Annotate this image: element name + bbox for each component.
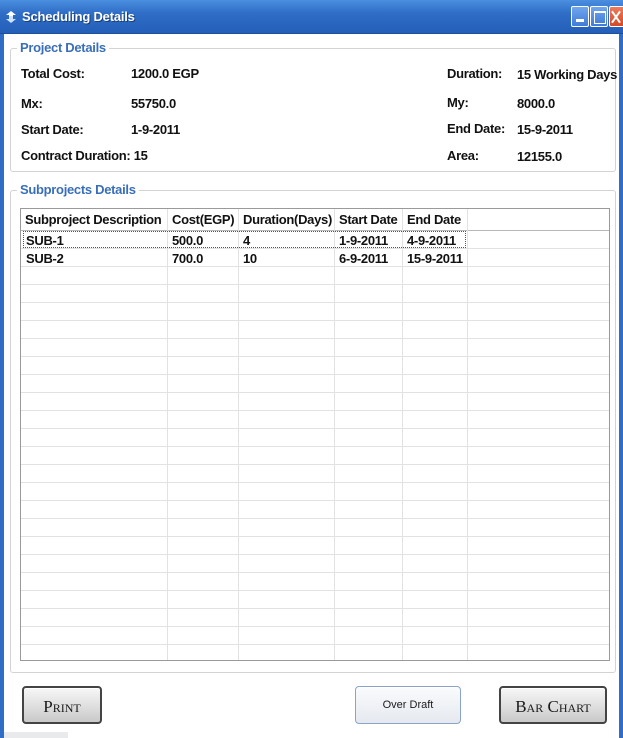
window-title: Scheduling Details (22, 9, 135, 24)
window-frame-right (619, 34, 623, 738)
cell-duration: 10 (243, 251, 257, 266)
cell-description: SUB-1 (26, 233, 64, 248)
total-cost-value: 1200.0 EGP (131, 66, 199, 81)
my-label: My: (447, 95, 469, 110)
duration-label: Duration: (447, 66, 503, 81)
scheduling-details-window: Scheduling Details Project Details Total… (0, 0, 623, 738)
column-header-end-date[interactable]: End Date (407, 212, 461, 227)
title-bar[interactable]: Scheduling Details (0, 0, 623, 34)
cell-cost: 500.0 (172, 233, 204, 248)
cell-description: SUB-2 (26, 251, 64, 266)
status-strip (4, 732, 68, 738)
column-header-start-date[interactable]: Start Date (339, 212, 398, 227)
mx-label: Mx: (21, 96, 43, 111)
bar-chart-button[interactable]: Bar Chart (499, 686, 607, 724)
table-grid (21, 209, 609, 660)
app-icon (6, 11, 16, 23)
subprojects-details-legend: Subprojects Details (17, 182, 139, 197)
duration-value: 15 Working Days (517, 67, 618, 82)
area-label: Area: (447, 148, 479, 163)
subprojects-table[interactable]: Subproject Description Cost(EGP) Duratio… (20, 208, 610, 661)
cell-cost: 700.0 (172, 251, 204, 266)
end-date-value: 15-9-2011 (517, 122, 573, 137)
over-draft-button[interactable]: Over Draft (355, 686, 461, 724)
cell-end-date: 15-9-2011 (407, 251, 463, 266)
close-button[interactable] (609, 6, 623, 27)
cell-duration: 4 (243, 233, 250, 248)
column-header-description[interactable]: Subproject Description (25, 212, 162, 227)
area-value: 12155.0 (517, 149, 562, 164)
column-header-duration[interactable]: Duration(Days) (243, 212, 332, 227)
print-button[interactable]: Print (22, 686, 102, 724)
end-date-label: End Date: (447, 121, 505, 136)
start-date-value: 1-9-2011 (131, 122, 180, 137)
total-cost-label: Total Cost: (21, 66, 85, 81)
window-frame-left (0, 34, 4, 738)
cell-end-date: 4-9-2011 (407, 233, 456, 248)
start-date-label: Start Date: (21, 122, 84, 137)
table-header: Subproject Description Cost(EGP) Duratio… (21, 209, 609, 231)
maximize-button[interactable] (590, 6, 608, 27)
contract-duration-label: Contract Duration: 15 (21, 148, 148, 163)
cell-start-date: 1-9-2011 (339, 233, 388, 248)
project-details-legend: Project Details (17, 40, 109, 55)
column-header-cost[interactable]: Cost(EGP) (172, 212, 235, 227)
minimize-button[interactable] (571, 6, 589, 27)
cell-start-date: 6-9-2011 (339, 251, 388, 266)
my-value: 8000.0 (517, 96, 555, 111)
mx-value: 55750.0 (131, 96, 176, 111)
